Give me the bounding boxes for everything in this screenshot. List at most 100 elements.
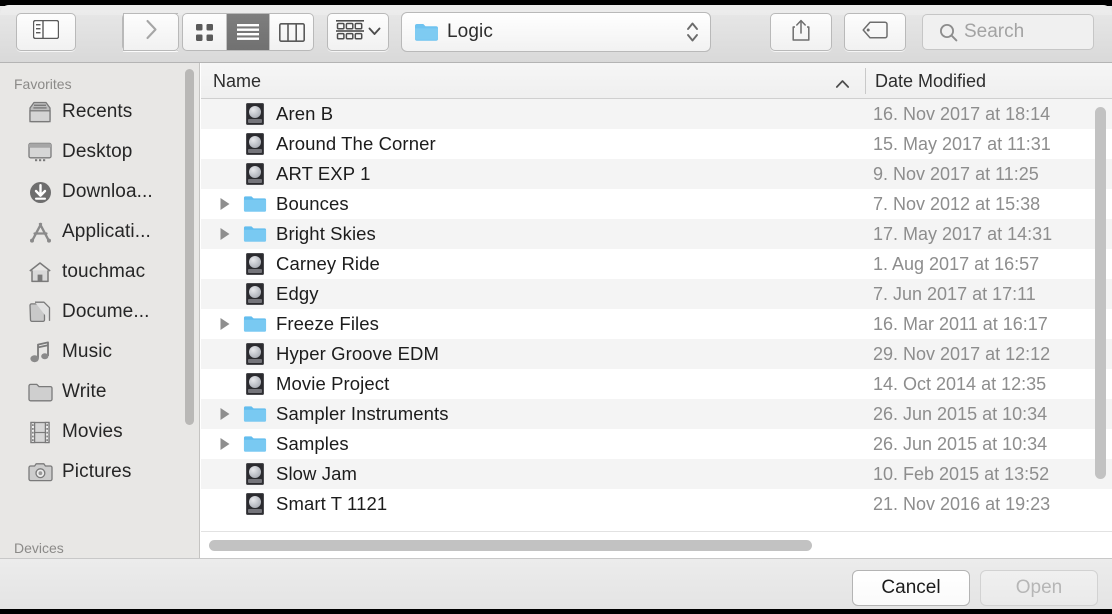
horizontal-scrollbar[interactable] [209, 540, 812, 551]
open-file-dialog: Logic Search Favorites Recents Desktop D… [0, 0, 1112, 614]
sidebar-item-label: Desktop [62, 141, 133, 162]
logic-project-icon [243, 282, 267, 306]
file-name: Movie Project [276, 373, 390, 394]
home-icon [27, 260, 53, 284]
sidebar-item-label: Applicati... [62, 221, 151, 242]
table-row[interactable]: Samples 26. Jun 2015 at 10:34 [201, 429, 1112, 459]
logic-project-icon [243, 132, 267, 156]
file-rows: Aren B 16. Nov 2017 at 18:14 Around The Co… [201, 99, 1112, 519]
cancel-button[interactable]: Cancel [852, 570, 970, 606]
sidebar-scrollbar[interactable] [185, 69, 194, 425]
sidebar-toggle-button[interactable] [16, 13, 76, 51]
file-date-modified: 16. Nov 2017 at 18:14 [873, 103, 1051, 124]
table-row[interactable]: Hyper Groove EDM 29. Nov 2017 at 12:12 [201, 339, 1112, 369]
view-as-columns-button[interactable] [270, 14, 313, 50]
file-date-modified: 26. Jun 2015 at 10:34 [873, 433, 1048, 454]
sidebar-section-favorites-title: Favorites [14, 76, 72, 92]
dialog-footer: Cancel Open [0, 558, 1112, 614]
table-row[interactable]: Around The Corner 15. May 2017 at 11:31 [201, 129, 1112, 159]
table-row[interactable]: Bounces 7. Nov 2012 at 15:38 [201, 189, 1112, 219]
file-name: Samples [276, 433, 349, 454]
arrange-by-button[interactable] [327, 13, 389, 51]
table-row[interactable]: Smart T 1121 21. Nov 2016 at 19:23 [201, 489, 1112, 519]
file-date-modified: 29. Nov 2017 at 12:12 [873, 343, 1051, 364]
sidebar-favorites-list: Recents Desktop Downloa... Applicati... touc… [0, 92, 199, 492]
file-name: Carney Ride [276, 253, 380, 274]
table-row[interactable]: Sampler Instruments 26. Jun 2015 at 10:34 [201, 399, 1112, 429]
sidebar-item-desktop[interactable]: Desktop [0, 132, 199, 172]
file-name: Edgy [276, 283, 319, 304]
toolbar: Logic Search [0, 0, 1112, 63]
file-name: Bright Skies [276, 223, 376, 244]
logic-project-icon [243, 372, 267, 396]
table-row[interactable]: ART EXP 1 9. Nov 2017 at 11:25 [201, 159, 1112, 189]
table-row[interactable]: Bright Skies 17. May 2017 at 14:31 [201, 219, 1112, 249]
sidebar-item-recents[interactable]: Recents [0, 92, 199, 132]
sidebar-item-label: Pictures [62, 461, 132, 482]
forward-button[interactable] [123, 13, 179, 51]
table-row[interactable]: Freeze Files 16. Mar 2011 at 16:17 [201, 309, 1112, 339]
sidebar-item-movies[interactable]: Movies [0, 412, 199, 452]
logic-project-icon [243, 162, 267, 186]
file-date-modified: 7. Jun 2017 at 17:11 [873, 283, 1036, 304]
disclosure-triangle-icon[interactable] [213, 407, 237, 421]
recents-icon [27, 100, 53, 124]
music-icon [27, 340, 53, 364]
grid-icon [195, 23, 213, 41]
file-date-modified: 15. May 2017 at 11:31 [873, 133, 1051, 154]
share-button[interactable] [770, 13, 832, 51]
chevron-down-icon [368, 23, 381, 41]
file-date-modified: 7. Nov 2012 at 15:38 [873, 193, 1041, 214]
sidebar-item-touchmac[interactable]: touchmac [0, 252, 199, 292]
disclosure-triangle-icon[interactable] [213, 197, 237, 211]
table-row[interactable]: Movie Project 14. Oct 2014 at 12:35 [201, 369, 1112, 399]
file-list: Name Date Modified Aren B 16. Nov 2017 at… [201, 63, 1112, 558]
table-row[interactable]: Edgy 7. Jun 2017 at 17:11 [201, 279, 1112, 309]
file-date-modified: 21. Nov 2016 at 19:23 [873, 493, 1051, 514]
tags-button[interactable] [844, 13, 906, 51]
open-button[interactable]: Open [980, 570, 1098, 606]
columns-icon [278, 22, 305, 42]
disclosure-triangle-icon[interactable] [213, 437, 237, 451]
sidebar-item-label: Docume... [62, 301, 150, 322]
logic-project-icon [243, 252, 267, 276]
vertical-scrollbar[interactable] [1095, 107, 1106, 479]
folder-icon [243, 312, 267, 336]
column-header-date-modified[interactable]: Date Modified [875, 71, 986, 92]
tag-icon [862, 20, 888, 44]
view-mode-segmented-control[interactable] [182, 13, 314, 51]
table-row[interactable]: Carney Ride 1. Aug 2017 at 16:57 [201, 249, 1112, 279]
logic-project-icon [243, 462, 267, 486]
arrange-grid-icon [335, 19, 364, 45]
folder-icon [414, 22, 439, 42]
disclosure-triangle-icon[interactable] [213, 227, 237, 241]
sidebar-item-write[interactable]: Write [0, 372, 199, 412]
column-divider[interactable] [865, 68, 866, 94]
file-name: Slow Jam [276, 463, 357, 484]
file-name: Hyper Groove EDM [276, 343, 440, 364]
logic-project-icon [243, 492, 267, 516]
sidebar-item-music[interactable]: Music [0, 332, 199, 372]
sidebar-item-label: Downloa... [62, 181, 153, 202]
path-popup-button[interactable]: Logic [401, 12, 711, 52]
sidebar-item-pictures[interactable]: Pictures [0, 452, 199, 492]
view-as-list-button[interactable] [226, 14, 271, 50]
search-icon [939, 23, 958, 42]
disclosure-triangle-icon[interactable] [213, 317, 237, 331]
sidebar-item-applicati[interactable]: Applicati... [0, 212, 199, 252]
table-row[interactable]: Slow Jam 10. Feb 2015 at 13:52 [201, 459, 1112, 489]
view-as-icons-button[interactable] [183, 14, 227, 50]
chevron-right-icon [145, 19, 158, 45]
sidebar-item-downloa[interactable]: Downloa... [0, 172, 199, 212]
sidebar-item-docume[interactable]: Docume... [0, 292, 199, 332]
file-date-modified: 1. Aug 2017 at 16:57 [873, 253, 1040, 274]
file-date-modified: 16. Mar 2011 at 16:17 [873, 313, 1048, 334]
folder-icon [27, 380, 53, 404]
downloads-icon [27, 180, 53, 204]
folder-icon [243, 222, 267, 246]
file-name: Freeze Files [276, 313, 379, 334]
table-row[interactable]: Aren B 16. Nov 2017 at 18:14 [201, 99, 1112, 129]
search-input[interactable]: Search [922, 14, 1094, 50]
logic-project-icon [243, 102, 267, 126]
column-header-name[interactable]: Name [213, 71, 261, 92]
